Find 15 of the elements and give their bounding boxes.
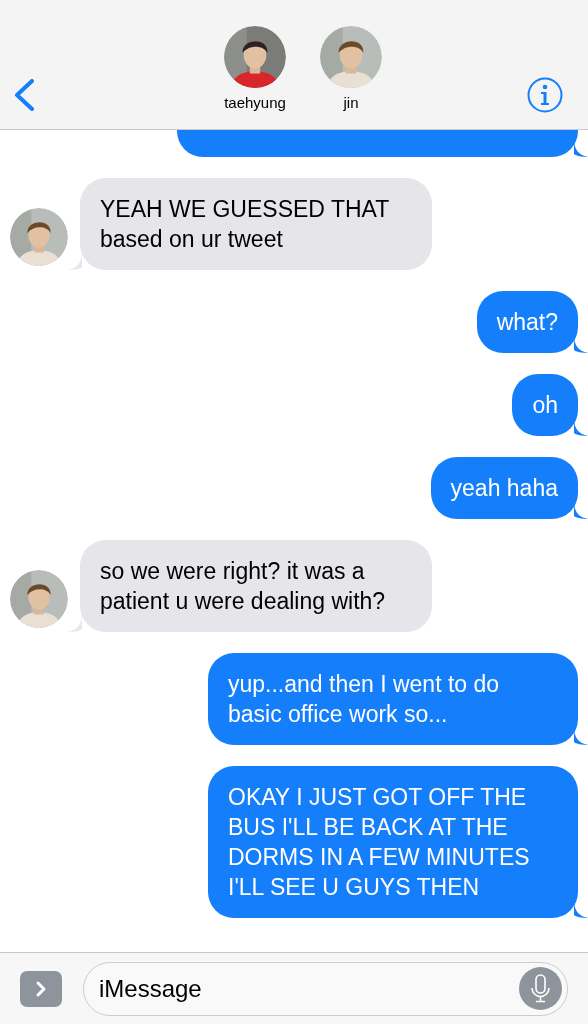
contact-name[interactable]: jin: [343, 94, 359, 112]
message-bubble: YEAH WE GUESSED THAT based on ur tweet: [80, 178, 432, 270]
message-field[interactable]: iMessage: [83, 961, 568, 1016]
expand-button[interactable]: [20, 970, 62, 1007]
message-bubble: yeah haha: [430, 457, 578, 519]
chevron-right-icon: [35, 979, 47, 998]
message-bubble: OKAY I JUST GOT OFF THE BUS I'LL BE BACK AT THE DORMS IN A FEW MINUTES I'LL SEE U GUYS THEN: [208, 766, 578, 918]
back-icon[interactable]: [13, 79, 35, 111]
message-bubble: so we were right? it was a patient u were dealing with?: [80, 540, 432, 632]
message-bubble: yup...and then I went to do basic office work so...: [208, 653, 578, 745]
message-bubble: what?: [476, 291, 578, 353]
microphone-icon[interactable]: [519, 966, 562, 1010]
info-icon[interactable]: [527, 77, 563, 113]
message-bubble: oh: [512, 374, 578, 436]
contact-name[interactable]: taehyung: [224, 94, 286, 112]
